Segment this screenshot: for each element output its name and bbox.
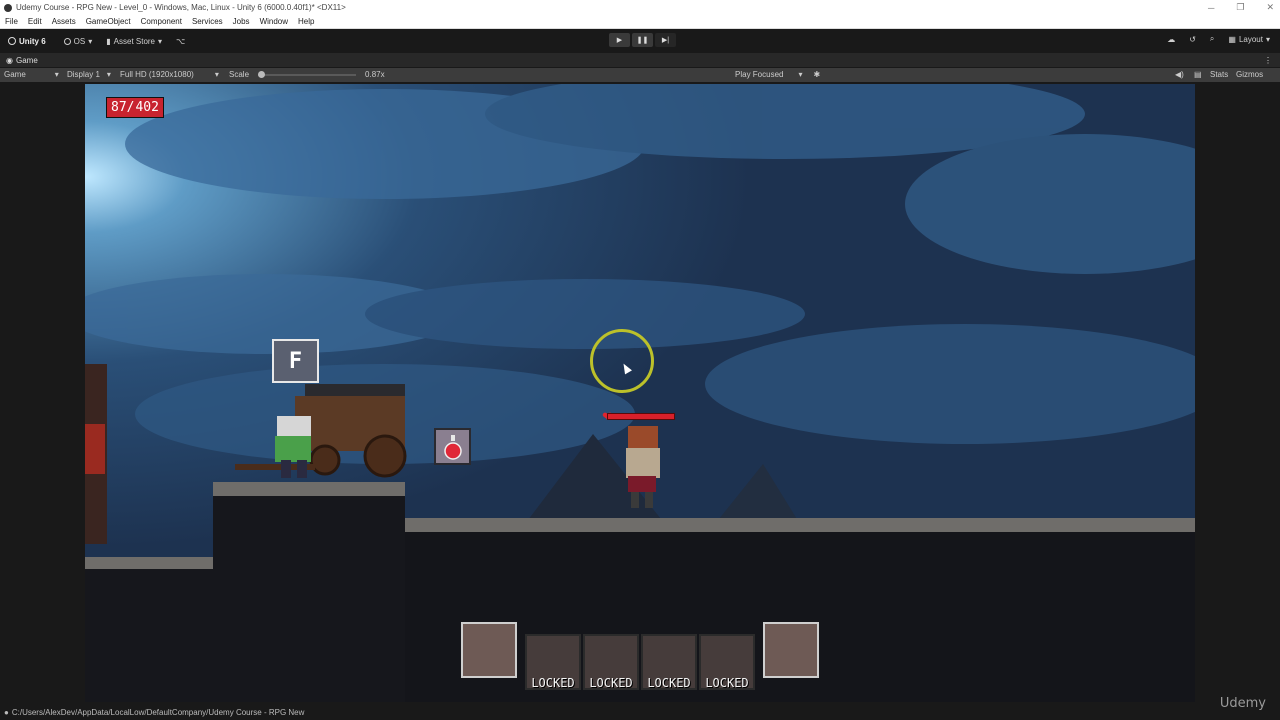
scale-control: Scale 0.87x [229,70,385,79]
potion-icon [443,434,462,460]
menu-file[interactable]: File [5,17,18,26]
layout-dropdown[interactable]: ▦ Layout ▾ [1228,35,1270,44]
chevron-down-icon: ▾ [1265,34,1270,44]
play-controls: ▶ ❚❚ ▶| [609,33,676,47]
window-controls: ─ ❐ ✕ [1208,0,1274,15]
game-viewport[interactable]: 87/402 F ❤ LOCKED LOCKED LOCKED LOCKED [85,84,1195,702]
aspect-button[interactable]: ▤ [1194,70,1202,79]
gamepad-icon: ◉ [6,55,13,65]
unity-app-icon [4,3,12,12]
stats-button[interactable]: Stats [1210,70,1228,79]
main-toolbar: Unity 6 OS ▾ ▮ Asset Store ▾ ⌥ ▶ ❚❚ ▶| ☁… [0,30,1280,52]
skill-bar: LOCKED LOCKED LOCKED LOCKED [461,620,821,694]
play-button[interactable]: ▶ [609,33,630,47]
pause-button[interactable]: ❚❚ [632,33,653,47]
interact-key-prompt: F [272,339,319,383]
status-bar: ● C:/Users/AlexDev/AppData/LocalLow/Defa… [0,705,1280,720]
close-button[interactable]: ✕ [1266,2,1274,13]
skill-slot[interactable] [763,622,819,678]
skill-slot-locked[interactable]: LOCKED [699,634,755,690]
account-circle-icon [63,37,71,45]
speaker-icon: ◀) [1175,70,1184,79]
stone-platform-upper [213,482,405,496]
gizmos-button[interactable]: Gizmos [1236,70,1263,79]
shopping-bag-icon: ▮ [106,36,111,46]
scale-slider[interactable] [258,70,357,78]
game-tab-bar: ◉ Game ⋮ [0,53,1280,67]
branch-icon: ⌥ [176,36,186,46]
history-icon[interactable]: ↺ [1189,35,1196,44]
game-options-bar: Game ▾ Display 1 ▾ Full HD (1920x1080) ▾… [0,68,1280,82]
display-dropdown[interactable]: Display 1 ▾ [67,70,111,79]
window-title: Udemy Course - RPG New - Level_0 - Windo… [16,3,346,12]
maximize-button[interactable]: ❐ [1236,2,1244,13]
skill-slot-locked[interactable]: LOCKED [583,634,639,690]
play-icon: ▶ [616,37,623,44]
menu-bar: File Edit Assets GameObject Component Se… [0,15,1280,29]
skill-slot-locked[interactable]: LOCKED [641,634,697,690]
scale-slider-handle[interactable] [258,70,266,78]
view-mode-dropdown[interactable]: Game ▾ [4,70,59,79]
menu-gameobject[interactable]: GameObject [86,17,131,26]
mute-audio-button[interactable]: ◀) [1175,70,1184,79]
kebab-menu-icon[interactable]: ⋮ [1264,56,1272,65]
play-mode-dropdown[interactable]: Play Focused ▾ ✱ [735,70,820,79]
resolution-dropdown[interactable]: Full HD (1920x1080) ▾ [120,70,219,79]
aim-cursor-ring [590,329,654,393]
chevron-down-icon: ▾ [158,36,163,46]
skill-slot-locked[interactable]: LOCKED [525,634,581,690]
game-scene [85,84,1195,702]
udemy-watermark: Udemy [1219,696,1266,711]
minimize-button[interactable]: ─ [1208,3,1214,13]
menu-component[interactable]: Component [141,17,182,26]
os-dropdown[interactable]: OS ▾ [63,36,93,46]
chevron-down-icon: ▾ [798,70,803,79]
hp-counter: 87/402 [106,97,164,118]
menu-jobs[interactable]: Jobs [233,17,250,26]
layout-icon: ▦ [1228,34,1236,44]
tab-game[interactable]: Game [16,56,38,65]
status-path[interactable]: C:/Users/AlexDev/AppData/LocalLow/Defaul… [12,708,305,717]
player-health-bar [607,413,675,420]
search-icon[interactable]: ⌕ [1210,34,1214,44]
menu-help[interactable]: Help [298,17,314,26]
grid-icon: ▤ [1194,70,1202,79]
asset-store-dropdown[interactable]: ▮ Asset Store ▾ [106,37,162,46]
window-titlebar: Udemy Course - RPG New - Level_0 - Windo… [0,0,1280,15]
unity-logo-icon [8,37,16,45]
bug-icon[interactable]: ✱ [813,70,820,79]
health-potion-pickup [434,428,471,465]
menu-window[interactable]: Window [260,17,288,26]
unity-account-button[interactable]: Unity 6 [8,37,46,46]
stone-ground [405,518,1195,532]
step-icon: ▶| [661,37,670,44]
chevron-down-icon: ▾ [88,36,93,46]
stone-ground-lower [85,557,213,569]
chevron-down-icon: ▾ [106,70,111,79]
cloud-icon[interactable]: ☁ [1167,35,1175,44]
chevron-down-icon: ▾ [214,70,219,79]
menu-assets[interactable]: Assets [52,17,76,26]
step-button[interactable]: ▶| [655,33,676,47]
pause-icon: ❚❚ [636,37,649,44]
toolbar-right: ☁ ↺ ⌕ ▦ Layout ▾ [1167,34,1270,44]
version-control-button[interactable]: ⌥ [176,37,185,46]
info-icon: ● [4,708,9,717]
menu-services[interactable]: Services [192,17,223,26]
menu-edit[interactable]: Edit [28,17,42,26]
chevron-down-icon: ▾ [54,70,59,79]
skill-slot[interactable] [461,622,517,678]
